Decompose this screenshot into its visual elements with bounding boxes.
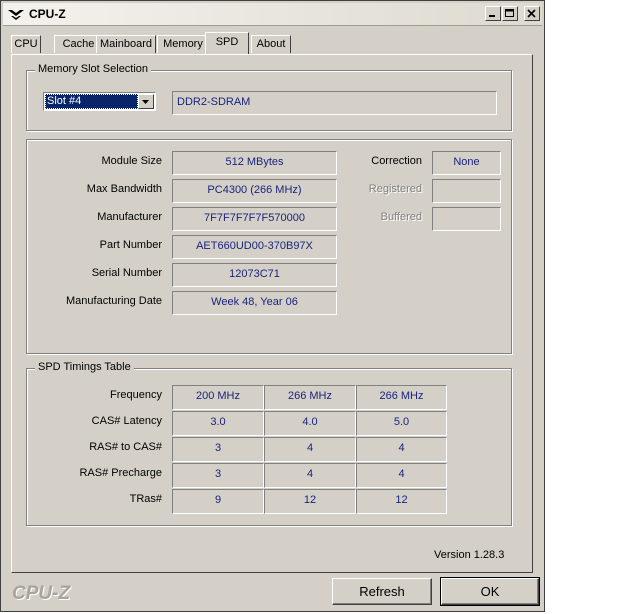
cpuz-logo-icon	[8, 10, 24, 20]
maximize-icon	[505, 9, 514, 17]
tab-spd[interactable]: SPD	[205, 32, 249, 54]
brand-logo-text: CPU-Z	[12, 583, 71, 604]
ras-precharge-label: RAS# Precharge	[79, 467, 162, 479]
manufacturing-date-value: Week 48, Year 06	[172, 291, 337, 315]
timing-cell: 5.0	[356, 411, 447, 436]
timing-cell: 4	[356, 437, 447, 462]
correction-value: None	[432, 151, 501, 175]
part-number-value: AET660UD00-370B97X	[172, 235, 337, 259]
tab-memory[interactable]: Memory	[157, 35, 209, 53]
chevron-down-icon	[142, 100, 149, 104]
memory-slot-selection-title: Memory Slot Selection	[35, 63, 152, 75]
timing-cell: 3.0	[172, 411, 264, 436]
manufacturer-value: 7F7F7F7F7F570000	[172, 207, 337, 231]
tab-mainboard[interactable]: Mainboard	[96, 35, 156, 53]
timing-cell: 4.0	[264, 411, 356, 436]
ras-to-cas-label: RAS# to CAS#	[89, 441, 162, 453]
buffered-value	[432, 207, 501, 231]
timing-cell: 4	[264, 437, 356, 462]
cpuz-window: CPU-Z CPU Cache Mainboard Memory SPD Abo…	[0, 0, 545, 612]
close-icon	[527, 9, 536, 18]
max-bandwidth-value: PC4300 (266 MHz)	[172, 179, 337, 203]
serial-number-label: Serial Number	[91, 267, 162, 279]
timing-cell: 200 MHz	[172, 385, 264, 410]
slot-select-dropdown-button[interactable]	[138, 94, 154, 109]
manufacturer-label: Manufacturer	[97, 211, 162, 223]
timing-cell: 4	[356, 463, 447, 488]
timing-cell: 9	[172, 489, 264, 514]
timing-cell: 3	[172, 437, 264, 462]
manufacturing-date-label: Manufacturing Date	[66, 295, 162, 307]
module-size-value: 512 MBytes	[172, 151, 337, 175]
minimize-icon	[489, 15, 495, 17]
ok-button[interactable]: OK	[440, 577, 540, 606]
window-title: CPU-Z	[29, 7, 66, 21]
frequency-label: Frequency	[110, 389, 162, 401]
slot-select-value: Slot #4	[45, 94, 138, 109]
timing-cell: 3	[172, 463, 264, 488]
max-bandwidth-label: Max Bandwidth	[86, 183, 162, 195]
refresh-button[interactable]: Refresh	[332, 578, 432, 605]
timing-cell: 4	[264, 463, 356, 488]
slot-select[interactable]: Slot #4	[43, 92, 156, 111]
cas-latency-label: CAS# Latency	[91, 415, 162, 427]
spd-timings-title: SPD Timings Table	[35, 361, 134, 373]
module-size-label: Module Size	[101, 155, 162, 167]
buffered-label: Buffered	[380, 211, 422, 223]
title-bar[interactable]: CPU-Z	[3, 3, 542, 26]
registered-label: Registered	[368, 183, 422, 195]
timing-cell: 266 MHz	[264, 385, 356, 410]
registered-value	[432, 179, 501, 203]
version-text: Version 1.28.3	[434, 549, 505, 561]
tab-about[interactable]: About	[251, 35, 291, 53]
memory-type-field: DDR2-SDRAM	[172, 91, 497, 115]
timing-cell: 12	[356, 489, 447, 514]
maximize-button[interactable]	[502, 6, 518, 21]
tab-cpu[interactable]: CPU	[11, 35, 41, 53]
part-number-label: Part Number	[99, 239, 162, 251]
timing-cell: 12	[264, 489, 356, 514]
timing-cell: 266 MHz	[356, 385, 447, 410]
correction-label: Correction	[371, 155, 422, 167]
tras-label: TRas#	[129, 493, 162, 505]
minimize-button[interactable]	[485, 6, 501, 21]
close-button[interactable]	[524, 6, 540, 21]
serial-number-value: 12073C71	[172, 263, 337, 287]
